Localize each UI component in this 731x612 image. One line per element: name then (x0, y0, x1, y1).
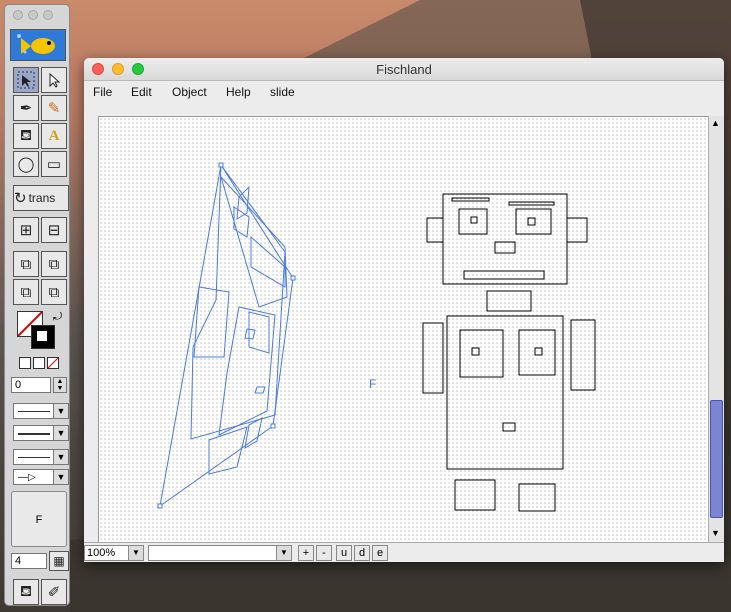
eyedropper-icon: ✐ (47, 584, 61, 601)
vertical-scrollbar[interactable]: ▲ ▼ (708, 116, 724, 542)
chevron-down-icon: ▼ (276, 546, 291, 560)
drawing-canvas[interactable]: F (98, 116, 709, 543)
fish-logo-icon (10, 29, 66, 61)
menu-edit[interactable]: Edit (131, 85, 152, 99)
zoom-value: 100% (87, 547, 116, 559)
ungroup-tool-button[interactable]: ⊟ (41, 217, 67, 243)
pencil-icon: ✎ (47, 100, 61, 117)
tool-palette: ✒ ✎ ⛾ A ◯ ▭ ↻ trans ⊞ ⊟ ⧉ ⧉ ⧉ ⧉ ⤾ 0 ▲ ▼ ▼ … (4, 4, 70, 606)
scroll-thumb[interactable] (710, 400, 723, 518)
bucket-icon: ⛾ (19, 582, 33, 600)
selection-handles[interactable] (157, 162, 296, 509)
page-down-button[interactable]: d (354, 545, 370, 561)
layers-top-icon: ⧉ (48, 255, 60, 273)
bottom-toolbar: 100% ▼ ▼ + - u d e (84, 542, 724, 562)
gradient-mode-icon[interactable] (33, 357, 45, 369)
text-tool-button[interactable]: A (41, 123, 67, 149)
palette-zoom-button[interactable] (43, 10, 53, 20)
palette-window-controls (13, 10, 53, 20)
pen-icon: ✒ (19, 100, 33, 117)
trans-label: trans (28, 191, 56, 205)
fill-stroke-swatches[interactable]: ⤾ (17, 311, 63, 351)
stroke-width-field[interactable]: 0 (11, 377, 51, 393)
font-button[interactable]: F (11, 491, 67, 547)
arrow-select-icon (17, 71, 35, 89)
grid-icon: ▦ (53, 554, 65, 568)
send-backward-button[interactable]: ⧉ (13, 279, 39, 305)
rectangle-icon: ▭ (46, 156, 62, 173)
fill-bucket-button[interactable]: ⛾ (13, 579, 39, 605)
group-tool-button[interactable]: ⊞ (13, 217, 39, 243)
scroll-up-arrow-icon[interactable]: ▲ (711, 118, 720, 128)
eyedropper-button[interactable]: ✐ (41, 579, 67, 605)
direct-select-icon (49, 72, 61, 88)
chevron-down-icon: ▼ (53, 450, 68, 464)
page-up-button[interactable]: u (336, 545, 352, 561)
line-style-dropdown[interactable]: ▼ (13, 403, 69, 419)
swatch-mode-buttons[interactable] (19, 357, 59, 369)
menu-bar: File Edit Object Help slide (84, 81, 724, 103)
ungroup-icon: ⊟ (47, 222, 61, 239)
chevron-down-icon: ▼ (53, 404, 68, 418)
pen-tool-button[interactable]: ✒ (13, 95, 39, 121)
paint-bucket-tool-button[interactable]: ⛾ (13, 123, 39, 149)
chevron-down-icon: ▼ (53, 426, 68, 440)
menu-help[interactable]: Help (226, 85, 251, 99)
grid-toggle-button[interactable]: ▦ (49, 551, 69, 571)
canvas-marker-text: F (369, 377, 376, 391)
stroke-width-value: 0 (15, 379, 22, 391)
direct-select-tool-button[interactable] (41, 67, 67, 93)
add-page-button[interactable]: + (298, 545, 314, 561)
robot-drawing[interactable] (422, 193, 596, 512)
dash-style-dropdown[interactable]: ▼ (13, 449, 69, 465)
menu-slide[interactable]: slide (270, 85, 295, 99)
transform-icon: ↻ (14, 190, 27, 207)
chevron-down-icon: ▼ (128, 546, 143, 560)
remove-page-button[interactable]: - (316, 545, 332, 561)
edit-page-button[interactable]: e (372, 545, 388, 561)
line-weight-dropdown[interactable]: ▼ (13, 425, 69, 441)
palette-minimize-button[interactable] (28, 10, 38, 20)
layers-back-icon: ⧉ (20, 283, 32, 301)
zoom-select[interactable]: 100% ▼ (84, 545, 144, 561)
chevron-down-icon: ▼ (53, 470, 68, 484)
stroke-width-stepper[interactable]: ▲ ▼ (53, 377, 67, 393)
grid-size-field[interactable]: 4 (11, 553, 47, 569)
bring-to-front-button[interactable]: ⧉ (41, 251, 67, 277)
ellipse-icon: ◯ (17, 156, 35, 173)
send-to-back-button[interactable]: ⧉ (41, 279, 67, 305)
stroke-swatch[interactable] (31, 325, 55, 349)
bring-forward-button[interactable]: ⧉ (13, 251, 39, 277)
scroll-down-arrow-icon[interactable]: ▼ (711, 528, 720, 538)
ellipse-tool-button[interactable]: ◯ (13, 151, 39, 177)
main-window: Fischland File Edit Object Help slide F … (84, 58, 724, 562)
title-bar: Fischland (84, 58, 724, 81)
group-icon: ⊞ (19, 222, 33, 239)
selected-skewed-robot[interactable] (159, 163, 294, 508)
select-tool-button[interactable] (13, 67, 39, 93)
palette-close-button[interactable] (13, 10, 23, 20)
layers-bottom-icon: ⧉ (48, 283, 60, 301)
layers-front-icon: ⧉ (20, 255, 32, 273)
text-a-icon: A (48, 127, 60, 144)
color-mode-icon[interactable] (19, 357, 31, 369)
page-select[interactable]: ▼ (148, 545, 292, 561)
menu-object[interactable]: Object (172, 85, 207, 99)
window-title: Fischland (376, 62, 432, 77)
pencil-tool-button[interactable]: ✎ (41, 95, 67, 121)
transform-tool-button[interactable]: ↻ trans (13, 185, 69, 211)
rectangle-tool-button[interactable]: ▭ (41, 151, 67, 177)
font-button-label: F (35, 514, 43, 526)
arrowhead-icon: —▷ (18, 472, 36, 483)
grid-size-value: 4 (15, 555, 22, 567)
arrowhead-dropdown[interactable]: —▷ ▼ (13, 469, 69, 485)
paint-bucket-icon: ⛾ (19, 126, 33, 144)
swap-colors-icon[interactable]: ⤾ (53, 311, 62, 324)
menu-file[interactable]: File (93, 85, 112, 99)
none-mode-icon[interactable] (47, 357, 59, 369)
